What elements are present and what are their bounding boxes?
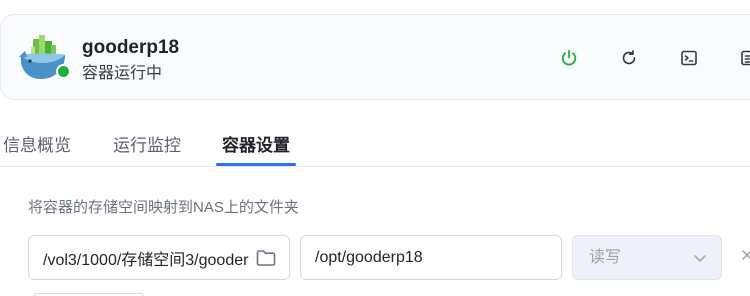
permission-select[interactable]: 读写 xyxy=(572,235,722,280)
tab-container-settings[interactable]: 容器设置 xyxy=(222,135,290,157)
tab-monitoring[interactable]: 运行监控 xyxy=(113,135,181,157)
restart-icon xyxy=(622,50,636,65)
running-status-dot xyxy=(56,64,71,79)
container-path-field xyxy=(300,235,562,280)
terminal-icon xyxy=(681,50,697,66)
power-button[interactable] xyxy=(554,43,584,73)
remove-row-icon[interactable] xyxy=(740,248,750,262)
app-name: gooderp18 xyxy=(82,37,180,58)
settings-tabs: 信息概览 运行监控 容器设置 xyxy=(0,130,750,167)
app-status-text: 容器运行中 xyxy=(82,65,163,82)
host-path-field xyxy=(28,235,290,280)
power-icon xyxy=(561,49,577,66)
volume-mapping-description: 将容器的存储空间映射到NAS上的文件夹 xyxy=(28,199,299,216)
folder-icon[interactable] xyxy=(255,247,277,269)
tab-overview[interactable]: 信息概览 xyxy=(3,135,71,157)
restart-button[interactable] xyxy=(614,43,644,73)
permission-select-value: 读写 xyxy=(589,249,622,266)
log-icon xyxy=(741,50,750,66)
container-settings-page: gooderp18 容器运行中 信息概览 运行监控 容器设置 将容器的存储空间映… xyxy=(0,0,750,296)
chevron-down-icon xyxy=(694,255,706,262)
active-tab-indicator xyxy=(216,163,296,166)
app-header-card: gooderp18 容器运行中 xyxy=(0,14,750,100)
container-path-input[interactable] xyxy=(301,236,561,279)
log-button[interactable] xyxy=(734,43,750,73)
host-path-input[interactable] xyxy=(29,236,289,279)
terminal-button[interactable] xyxy=(674,43,704,73)
